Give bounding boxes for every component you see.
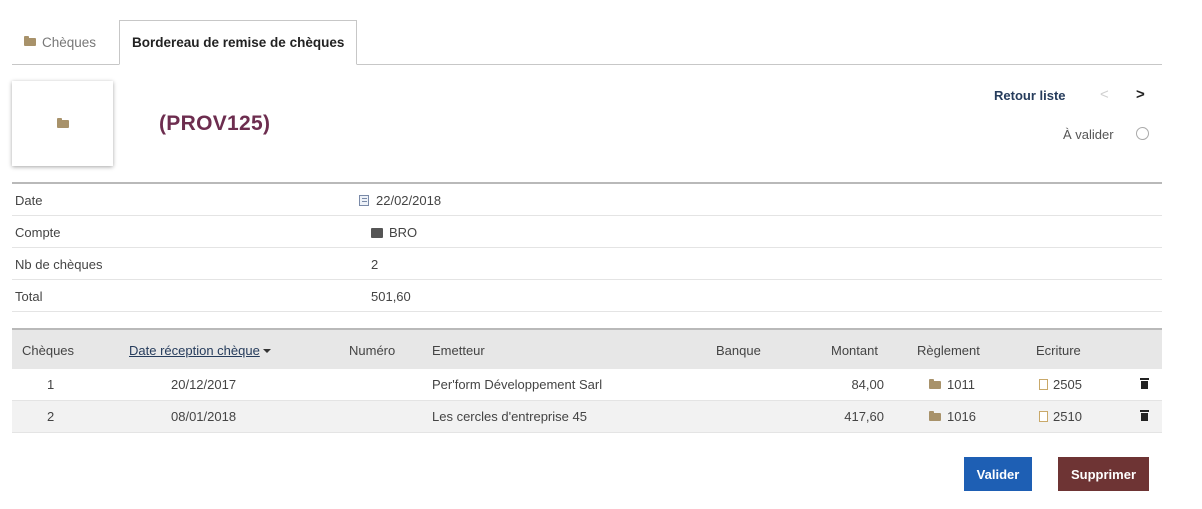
field-row-compte: Compte BRO bbox=[12, 216, 1162, 248]
cell-montant: 417,60 bbox=[844, 409, 884, 424]
column-header-ecriture[interactable]: Ecriture bbox=[1036, 343, 1081, 358]
chevron-right-icon[interactable]: > bbox=[1136, 86, 1145, 103]
field-label: Total bbox=[15, 289, 43, 304]
calendar-edit-icon[interactable] bbox=[359, 195, 369, 206]
status-radio[interactable] bbox=[1136, 127, 1149, 140]
table-row[interactable]: 2 08/01/2018 Les cercles d'entreprise 45… bbox=[12, 401, 1162, 433]
folder-icon bbox=[929, 411, 941, 421]
cell-date: 08/01/2018 bbox=[171, 409, 237, 424]
cell-reglement[interactable]: 1011 bbox=[929, 377, 975, 392]
sort-caret-icon bbox=[262, 349, 271, 353]
cell-emetteur: Les cercles d'entreprise 45 bbox=[432, 409, 587, 424]
compte-value: BRO bbox=[389, 225, 418, 240]
tab-bar: Chèques Bordereau de remise de chèques bbox=[12, 20, 1162, 65]
reglement-link: 1011 bbox=[947, 377, 975, 392]
trash-icon[interactable] bbox=[1140, 410, 1149, 421]
status-label: À valider bbox=[1063, 127, 1114, 142]
field-value-date[interactable]: 22/02/2018 bbox=[359, 193, 441, 208]
column-header-montant[interactable]: Montant bbox=[831, 343, 878, 358]
cell-emetteur: Per'form Développement Sarl bbox=[432, 377, 603, 392]
tab-cheques-label: Chèques bbox=[42, 34, 97, 50]
column-header-date-label: Date réception chèque bbox=[129, 343, 260, 358]
ecriture-link: 2510 bbox=[1053, 409, 1082, 424]
column-header-banque[interactable]: Banque bbox=[716, 343, 761, 358]
cell-montant: 84,00 bbox=[851, 377, 884, 392]
folder-icon bbox=[929, 379, 941, 389]
chevron-left-icon[interactable]: < bbox=[1100, 86, 1109, 103]
cell-cheque: 1 bbox=[47, 377, 55, 392]
tab-bordereau[interactable]: Bordereau de remise de chèques bbox=[119, 20, 358, 65]
ecriture-link: 2505 bbox=[1053, 377, 1082, 392]
table-row[interactable]: 1 20/12/2017 Per'form Développement Sarl… bbox=[12, 369, 1162, 401]
cheques-table: Chèques Date réception chèque Numéro Eme… bbox=[12, 328, 1162, 433]
field-value-total: 501,60 bbox=[371, 289, 411, 304]
field-row-nb-cheques: Nb de chèques 2 bbox=[12, 248, 1162, 280]
tab-bordereau-label: Bordereau de remise de chèques bbox=[132, 35, 345, 50]
folder-icon bbox=[24, 36, 36, 46]
cell-cheque: 2 bbox=[47, 409, 55, 424]
cell-ecriture[interactable]: 2505 bbox=[1039, 377, 1082, 392]
tab-cheques[interactable]: Chèques bbox=[12, 20, 108, 64]
supprimer-button[interactable]: Supprimer bbox=[1058, 457, 1149, 491]
field-value-compte[interactable]: BRO bbox=[371, 225, 417, 240]
column-header-date-reception[interactable]: Date réception chèque bbox=[129, 343, 271, 358]
column-header-cheques[interactable]: Chèques bbox=[22, 343, 74, 358]
cell-reglement[interactable]: 1016 bbox=[929, 409, 976, 424]
folder-icon bbox=[56, 117, 69, 128]
field-label: Compte bbox=[15, 225, 61, 240]
column-header-numero[interactable]: Numéro bbox=[349, 343, 395, 358]
trash-icon[interactable] bbox=[1140, 378, 1149, 389]
cell-ecriture[interactable]: 2510 bbox=[1039, 409, 1082, 424]
column-header-reglement[interactable]: Règlement bbox=[917, 343, 980, 358]
record-thumbnail bbox=[12, 81, 113, 166]
field-row-total: Total 501,60 bbox=[12, 280, 1162, 312]
table-header: Chèques Date réception chèque Numéro Eme… bbox=[12, 330, 1162, 369]
retour-liste-link[interactable]: Retour liste bbox=[994, 88, 1066, 103]
bank-icon bbox=[371, 228, 383, 238]
date-value: 22/02/2018 bbox=[376, 193, 442, 208]
valider-button[interactable]: Valider bbox=[964, 457, 1032, 491]
reglement-link: 1016 bbox=[947, 409, 976, 424]
field-label: Nb de chèques bbox=[15, 257, 103, 272]
cell-date: 20/12/2017 bbox=[171, 377, 237, 392]
page-title: (PROV125) bbox=[159, 112, 271, 135]
document-icon bbox=[1039, 379, 1048, 390]
field-value-nb-cheques: 2 bbox=[371, 257, 379, 272]
record-fields: Date 22/02/2018 Compte BRO Nb de chèques… bbox=[12, 182, 1162, 312]
field-row-date: Date 22/02/2018 bbox=[12, 184, 1162, 216]
field-label: Date bbox=[15, 193, 43, 208]
column-header-emetteur[interactable]: Emetteur bbox=[432, 343, 485, 358]
document-icon bbox=[1039, 411, 1048, 422]
